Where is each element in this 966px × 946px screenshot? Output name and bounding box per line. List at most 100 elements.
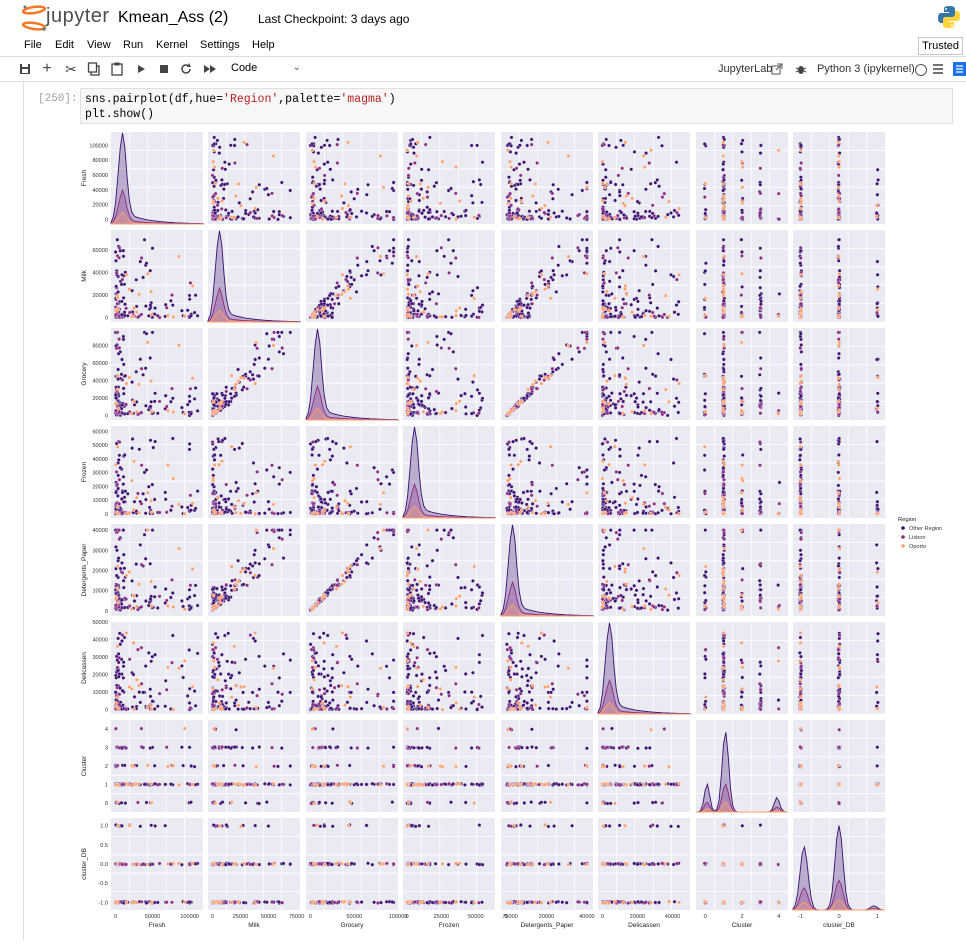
scatter-point xyxy=(391,262,394,265)
scatter-point xyxy=(117,601,120,604)
code-cell-input[interactable]: sns.pairplot(df,hue='Region',palette='ma… xyxy=(80,88,953,124)
scatter-point xyxy=(114,545,117,548)
scatter-point xyxy=(220,460,223,463)
jupyterlab-link[interactable]: JupyterLab xyxy=(718,63,772,75)
scatter-point xyxy=(585,256,588,259)
scatter-point xyxy=(526,395,529,398)
scatter-point xyxy=(601,285,604,288)
scatter-point xyxy=(130,380,133,383)
scatter-point xyxy=(346,141,349,144)
scatter-point xyxy=(799,402,802,405)
scatter-point xyxy=(254,574,257,577)
scatter-point xyxy=(561,274,564,277)
scatter-point xyxy=(656,440,659,443)
scatter-point xyxy=(551,370,554,373)
scatter-point xyxy=(444,315,447,318)
copy-icon[interactable] xyxy=(85,60,103,78)
scatter-point xyxy=(576,246,579,249)
save-icon[interactable] xyxy=(16,60,34,78)
menu-kernel[interactable]: Kernel xyxy=(156,39,188,51)
code-text: sns.pairplot(df,hue='Region',palette='ma… xyxy=(85,92,396,122)
scatter-point xyxy=(837,281,840,284)
scatter-point xyxy=(609,247,612,250)
scatter-point xyxy=(602,281,605,284)
scatter-point xyxy=(543,373,546,376)
scatter-point xyxy=(799,499,802,502)
menu-settings[interactable]: Settings xyxy=(200,39,240,51)
scatter-point xyxy=(758,440,761,443)
scatter-point xyxy=(313,136,316,139)
scatter-point xyxy=(838,383,841,386)
add-cell-icon[interactable]: + xyxy=(38,60,56,78)
cut-icon[interactable]: ✂ xyxy=(62,60,80,78)
scatter-point xyxy=(837,160,840,163)
scatter-point xyxy=(171,303,174,306)
scatter-point xyxy=(648,210,651,213)
external-link-icon[interactable] xyxy=(771,63,783,75)
scatter-point xyxy=(621,167,624,170)
scatter-point xyxy=(568,217,571,220)
scatter-point xyxy=(635,396,638,399)
scatter-point xyxy=(657,489,660,492)
panel-Milk-vs-Detergents_Paper xyxy=(501,230,593,322)
panel-Fresh-vs-Grocery xyxy=(306,132,398,224)
scatter-point xyxy=(602,512,605,515)
scatter-point xyxy=(557,511,560,514)
scatter-point xyxy=(132,508,135,511)
scatter-point xyxy=(331,178,334,181)
scatter-point xyxy=(601,315,604,318)
scatter-point xyxy=(607,402,610,405)
scatter-point xyxy=(125,574,128,577)
scatter-point xyxy=(392,216,395,219)
scatter-point xyxy=(218,505,221,508)
scatter-point xyxy=(212,214,215,217)
scatter-point xyxy=(406,382,409,385)
scatter-point xyxy=(116,483,119,486)
cell-type-dropdown[interactable]: Code ⌄ xyxy=(231,62,301,76)
menu-help[interactable]: Help xyxy=(252,39,275,51)
scatter-point xyxy=(268,508,271,511)
menu-file[interactable]: File xyxy=(24,39,42,51)
scatter-point xyxy=(656,352,659,355)
menu-lines-icon[interactable] xyxy=(932,63,944,75)
stop-icon[interactable] xyxy=(155,60,173,78)
scatter-point xyxy=(345,576,348,579)
scatter-point xyxy=(551,256,554,259)
scatter-point xyxy=(837,388,840,391)
run-icon[interactable] xyxy=(132,60,150,78)
debugger-bug-icon[interactable] xyxy=(795,63,807,75)
scatter-point xyxy=(345,461,348,464)
scatter-point xyxy=(651,204,654,207)
scatter-point xyxy=(625,383,628,386)
property-inspector-icon[interactable] xyxy=(953,62,966,76)
scatter-point xyxy=(721,460,724,463)
scatter-point xyxy=(121,511,124,514)
scatter-point xyxy=(649,315,652,318)
notebook-title[interactable]: Kmean_Ass (2) xyxy=(118,9,228,27)
notebook-toolbar: + ✂ Code ⌄ JupyterLab Python 3 (ipykerne… xyxy=(0,57,966,82)
scatter-point xyxy=(799,390,802,393)
scatter-point xyxy=(426,373,429,376)
scatter-point xyxy=(675,278,678,281)
scatter-point xyxy=(233,578,236,581)
trusted-indicator[interactable]: Trusted xyxy=(918,37,963,55)
menu-view[interactable]: View xyxy=(87,39,111,51)
scatter-point xyxy=(640,474,643,477)
scatter-point xyxy=(289,471,292,474)
scatter-point xyxy=(672,461,675,464)
scatter-point xyxy=(585,475,588,478)
scatter-point xyxy=(506,202,509,205)
restart-icon[interactable] xyxy=(177,60,195,78)
kernel-name[interactable]: Python 3 (ipykernel) xyxy=(817,63,915,75)
scatter-point xyxy=(217,463,220,466)
scatter-point xyxy=(778,218,781,221)
menu-run[interactable]: Run xyxy=(123,39,143,51)
menu-edit[interactable]: Edit xyxy=(55,39,74,51)
scatter-point xyxy=(631,496,634,499)
scatter-point xyxy=(722,502,725,505)
scatter-point xyxy=(245,143,248,146)
paste-icon[interactable] xyxy=(108,60,126,78)
scatter-point xyxy=(799,440,802,443)
fast-forward-icon[interactable] xyxy=(201,60,219,78)
scatter-point xyxy=(518,162,521,165)
